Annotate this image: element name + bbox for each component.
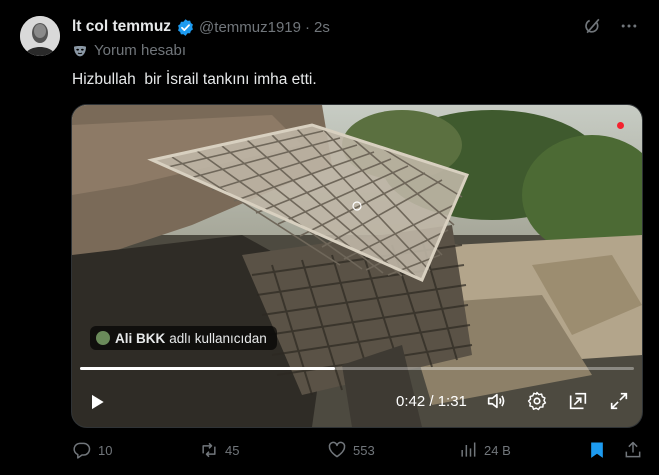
like-count: 553 <box>353 442 375 458</box>
bookmark-icon <box>587 440 607 460</box>
author-handle[interactable]: @temmuz1919 <box>199 19 301 36</box>
video-controls <box>484 389 631 413</box>
author-avatar[interactable] <box>20 16 60 56</box>
account-label: Yorum hesabı <box>72 42 186 59</box>
tweet-header: lt col temmuz @temmuz1919 · 2s <box>72 16 659 38</box>
more-icon[interactable] <box>617 14 641 38</box>
account-label-text[interactable]: Yorum hesabı <box>94 42 186 59</box>
like-button[interactable]: 553 <box>327 440 375 460</box>
bookmark-button[interactable] <box>587 440 613 460</box>
tweet-time[interactable]: 2s <box>314 19 330 36</box>
attribution-suffix: adlı kullanıcıdan <box>169 330 267 346</box>
reply-count: 10 <box>98 442 113 458</box>
reply-button[interactable]: 10 <box>72 440 112 460</box>
tweet-actions: 10 45 553 24 B <box>72 440 645 464</box>
grok-icon[interactable] <box>581 14 605 38</box>
like-icon <box>327 440 347 460</box>
repost-button[interactable]: 45 <box>199 440 239 460</box>
settings-icon[interactable] <box>525 389 549 413</box>
share-icon <box>623 440 643 460</box>
share-button[interactable] <box>623 440 649 460</box>
mask-icon <box>72 43 88 59</box>
pip-icon[interactable] <box>566 389 590 413</box>
video-attribution[interactable]: Ali BKK adlı kullanıcıdan <box>90 326 277 350</box>
video-frame <box>72 105 642 427</box>
tweet-top-actions <box>581 14 641 38</box>
views-count: 24 B <box>484 442 511 458</box>
reply-icon <box>72 440 92 460</box>
verified-badge-icon <box>176 18 195 37</box>
play-icon[interactable] <box>86 391 108 413</box>
attribution-avatar <box>96 331 110 345</box>
video-time: 0:42 / 1:31 <box>396 393 467 410</box>
live-indicator-dot <box>617 122 624 129</box>
video-progress-fill <box>80 367 335 370</box>
views-icon <box>458 440 478 460</box>
separator-dot: · <box>305 18 310 36</box>
repost-icon <box>199 440 219 460</box>
attribution-username[interactable]: Ali BKK <box>115 331 165 346</box>
author-name[interactable]: lt col temmuz <box>72 18 171 36</box>
video-player[interactable]: Ali BKK adlı kullanıcıdan 0:42 / 1:31 <box>71 104 643 428</box>
tweet-text: Hizbullah bir İsrail tankını imha etti. <box>72 71 317 88</box>
repost-count: 45 <box>225 442 240 458</box>
video-progress-bar[interactable] <box>80 367 634 370</box>
views-button[interactable]: 24 B <box>458 440 511 460</box>
volume-icon[interactable] <box>484 389 508 413</box>
fullscreen-icon[interactable] <box>607 389 631 413</box>
